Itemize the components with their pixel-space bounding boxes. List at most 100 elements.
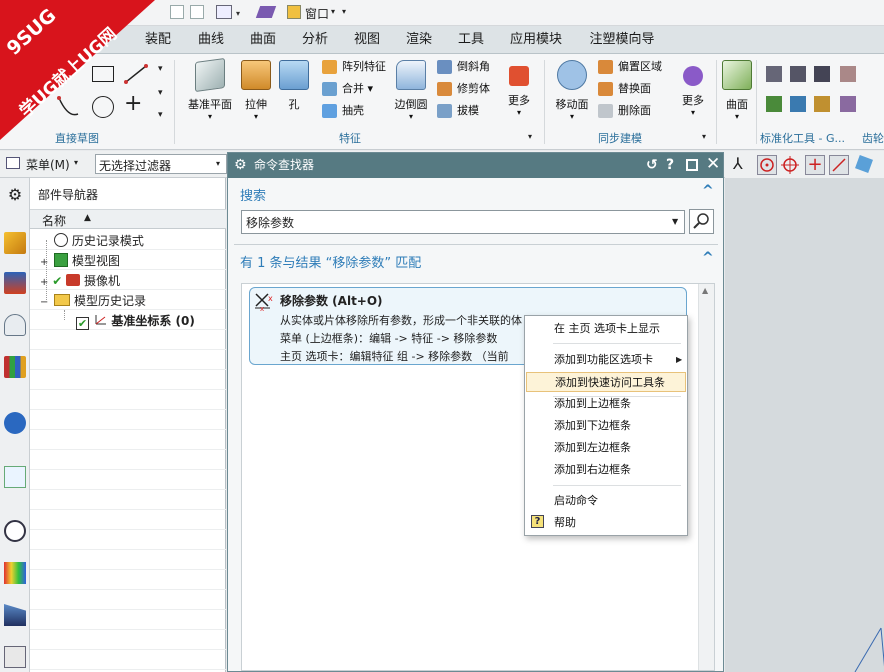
selection-filter-select[interactable]: 无选择过滤器 ▾ <box>95 154 227 174</box>
snap-line-icon[interactable] <box>829 155 849 175</box>
menu-button[interactable]: 菜单(M) <box>26 156 70 173</box>
unite-button[interactable]: 合并 ▾ <box>322 80 373 98</box>
window-icon[interactable] <box>287 5 301 19</box>
tab-application[interactable]: 应用模块 <box>498 26 574 54</box>
trim-body-button[interactable]: 修剪体 <box>437 80 490 98</box>
part-navigator-icon[interactable] <box>4 314 26 336</box>
menu-dropdown-icon[interactable]: ▾ <box>74 158 78 167</box>
feature-group-menu-icon[interactable]: ▾ <box>528 132 532 141</box>
scroll-up-icon[interactable]: ▲ <box>702 286 708 295</box>
move-face-button[interactable]: 移动面 ▾ <box>552 60 592 121</box>
result-tab-path: 主页 选项卡：编辑特征 组 -> 移除参数 （当前 <box>280 350 509 363</box>
filter-dropdown-icon: ▾ <box>216 159 221 168</box>
paste-icon[interactable] <box>190 5 204 19</box>
brush-icon[interactable] <box>255 6 277 18</box>
more-dropdown-icon[interactable]: ▾ <box>342 7 346 16</box>
help-icon[interactable]: ? <box>666 153 674 178</box>
menu-item-help[interactable]: 帮助 <box>526 513 686 533</box>
menu-item-add-to-right-border[interactable]: 添加到右边框条 <box>526 460 686 480</box>
window-dropdown-icon[interactable]: ▾ <box>331 7 335 16</box>
std-tool-icon-8[interactable] <box>840 96 856 112</box>
checkbox-checked-icon[interactable]: ✔ <box>76 317 89 330</box>
tab-render[interactable]: 渲染 <box>394 26 444 54</box>
system-materials-icon[interactable] <box>4 562 26 584</box>
shell-button[interactable]: 抽壳 <box>322 102 364 120</box>
sync-group-menu-icon[interactable]: ▾ <box>702 132 706 141</box>
results-section-header[interactable]: 有 1 条与结果 “移除参数” 匹配 <box>240 252 421 271</box>
replace-face-button[interactable]: 替换面 <box>598 80 651 98</box>
tab-mold-wizard[interactable]: 注塑模向导 <box>576 26 668 54</box>
tab-surface[interactable]: 曲面 <box>238 26 288 54</box>
search-input[interactable]: 移除参数 ▼ <box>241 210 685 234</box>
tree-item-datum-csys[interactable]: ✔ 基准坐标系 (0) <box>76 311 195 331</box>
close-icon[interactable]: ✕ <box>706 152 720 177</box>
touch-mode-icon[interactable] <box>216 5 232 19</box>
reuse-library-icon[interactable] <box>4 356 26 378</box>
copy-icon[interactable] <box>170 5 184 19</box>
role-icon[interactable] <box>4 646 26 668</box>
menu-item-show-on-home-tab[interactable]: 在 主页 选项卡上显示 <box>526 319 686 339</box>
expand-icon[interactable]: + <box>40 277 48 288</box>
collapse-search-icon[interactable]: ^ <box>702 183 714 199</box>
pattern-feature-button[interactable]: 阵列特征 <box>322 58 386 76</box>
menu-item-start-command[interactable]: 启动命令 <box>526 491 686 511</box>
search-history-dropdown-icon[interactable]: ▼ <box>672 217 678 226</box>
tree-item-history-mode[interactable]: 历史记录模式 <box>54 231 144 251</box>
tree-item-model-history[interactable]: − 模型历史记录 <box>40 291 146 311</box>
delete-face-button[interactable]: 删除面 <box>598 102 651 120</box>
more-features-button[interactable]: 更多 ▾ <box>502 60 536 117</box>
tab-tools[interactable]: 工具 <box>446 26 496 54</box>
surface-button[interactable]: 曲面 ▾ <box>720 60 754 121</box>
csys-icon[interactable]: ⅄ <box>733 156 743 172</box>
datum-plane-button[interactable]: 基准平面 ▾ <box>182 57 238 121</box>
maximize-icon[interactable] <box>686 159 698 171</box>
search-button[interactable] <box>689 209 714 234</box>
std-tool-icon-2[interactable] <box>790 66 806 82</box>
menu-item-add-to-left-border[interactable]: 添加到左边框条 <box>526 438 686 458</box>
expand-icon[interactable]: + <box>40 257 48 268</box>
menu-item-add-to-top-border[interactable]: 添加到上边框条 <box>526 394 686 414</box>
chamfer-button[interactable]: 倒斜角 <box>437 58 490 76</box>
column-header-name[interactable]: 名称 ▲ <box>30 209 226 229</box>
offset-region-button[interactable]: 偏置区域 <box>598 58 662 76</box>
history-clock-icon[interactable] <box>4 520 26 542</box>
snap-more-icon[interactable] <box>855 155 873 173</box>
edge-blend-button[interactable]: 边倒圆 ▾ <box>392 60 430 121</box>
tab-analysis[interactable]: 分析 <box>290 26 340 54</box>
reset-icon[interactable]: ↺ <box>646 153 658 178</box>
extrude-button[interactable]: 拉伸 ▾ <box>236 60 276 121</box>
std-tool-icon-3[interactable] <box>814 66 830 82</box>
dialog-titlebar[interactable]: ⚙ 命令查找器 ↺ ? ✕ <box>228 153 723 178</box>
graphics-window[interactable] <box>725 178 884 672</box>
settings-gear-icon[interactable]: ⚙ <box>4 184 26 206</box>
tree-item-model-views[interactable]: + 模型视图 <box>40 251 120 271</box>
std-tool-icon-6[interactable] <box>790 96 806 112</box>
collapse-results-icon[interactable]: ^ <box>702 250 714 266</box>
dropdown-icon[interactable]: ▾ <box>236 9 240 18</box>
menu-item-add-to-quick-access[interactable]: 添加到快速访问工具条 <box>526 372 686 392</box>
tab-curve[interactable]: 曲线 <box>186 26 236 54</box>
tab-view[interactable]: 视图 <box>342 26 392 54</box>
snap-point-icon[interactable]: + <box>805 155 825 175</box>
hole-button[interactable]: 孔 <box>276 60 312 112</box>
std-tool-icon-5[interactable] <box>766 96 782 112</box>
menu-item-add-to-ribbon-tab[interactable]: 添加到功能区选项卡 <box>526 350 686 370</box>
tree-item-cameras[interactable]: + ✔ 摄像机 <box>40 271 120 291</box>
process-studio-icon[interactable] <box>4 604 26 626</box>
constraint-navigator-icon[interactable] <box>4 272 26 294</box>
results-scrollbar[interactable]: ▲ <box>698 284 714 670</box>
collapse-icon[interactable]: − <box>40 297 48 308</box>
snap-quadrant-icon[interactable] <box>781 156 799 174</box>
search-section-header[interactable]: 搜索 <box>240 185 266 204</box>
snap-center-icon[interactable] <box>757 155 777 175</box>
assembly-navigator-icon[interactable] <box>4 232 26 254</box>
menu-item-add-to-bottom-border[interactable]: 添加到下边框条 <box>526 416 686 436</box>
draft-button[interactable]: 拔模 <box>437 102 479 120</box>
std-tool-icon-7[interactable] <box>814 96 830 112</box>
std-tool-icon-1[interactable] <box>766 66 782 82</box>
hd3d-tools-icon[interactable] <box>4 412 26 434</box>
more-sync-button[interactable]: 更多 ▾ <box>676 60 710 117</box>
std-tool-icon-4[interactable] <box>840 66 856 82</box>
web-browser-icon[interactable] <box>4 466 26 488</box>
window-menu[interactable]: 窗口 <box>305 5 329 22</box>
